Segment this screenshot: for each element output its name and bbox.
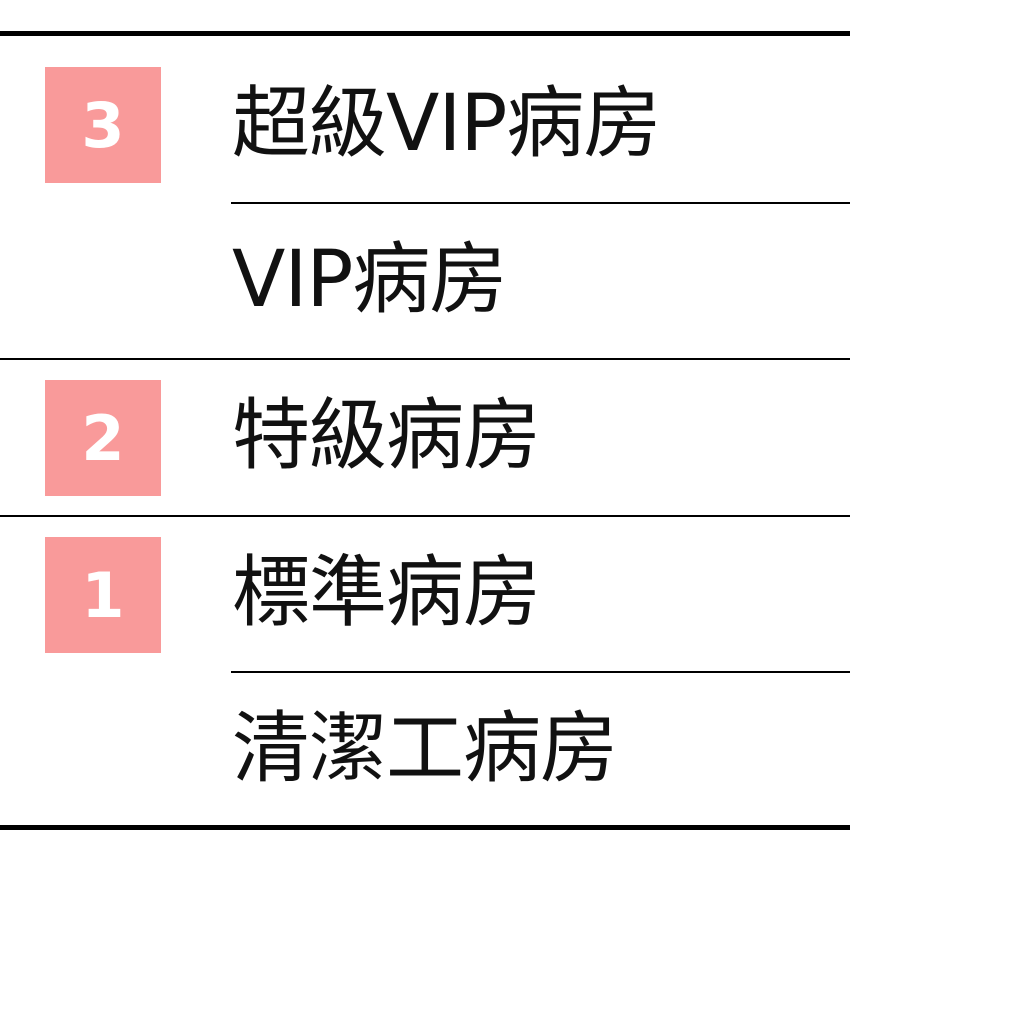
top-rule: [0, 31, 850, 36]
level-badge-1: 1: [45, 537, 161, 653]
group-divider: [0, 358, 850, 360]
level-badge-2: 2: [45, 380, 161, 496]
ward-label-special: 特級病房: [232, 391, 541, 481]
ward-label-standard: 標準病房: [232, 548, 541, 638]
ward-label-cleaner: 清潔工病房: [232, 704, 618, 794]
ward-label-vip: VIP病房: [232, 235, 507, 325]
row-divider: [231, 202, 850, 204]
ward-label-super-vip: 超級VIP病房: [232, 79, 661, 169]
level-badge-3: 3: [45, 67, 161, 183]
group-divider: [0, 515, 850, 517]
row-divider: [231, 671, 850, 673]
bottom-rule: [0, 825, 850, 830]
